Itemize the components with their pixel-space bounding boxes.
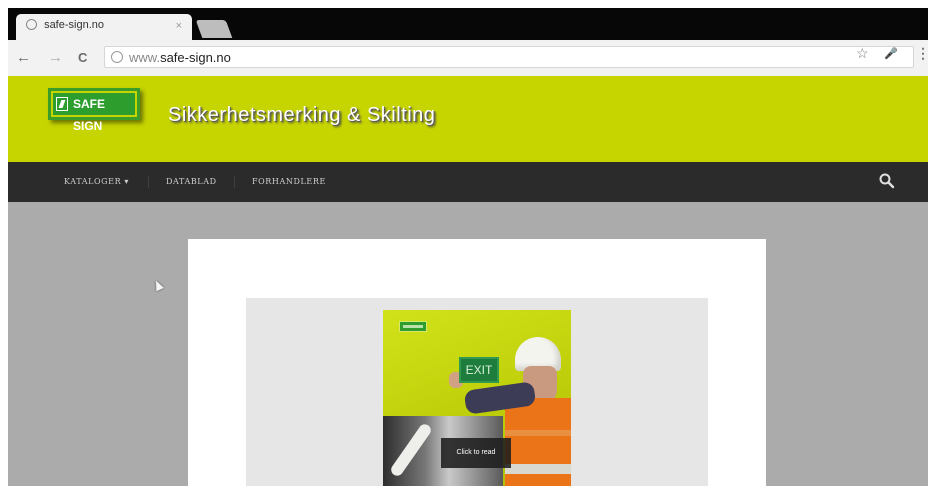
microphone-icon[interactable]: 🎤 <box>884 47 898 60</box>
vest-stripe <box>505 464 571 474</box>
address-bar[interactable]: www.safe-sign.no <box>104 46 914 68</box>
forward-icon[interactable]: → <box>48 49 63 67</box>
main-navbar: KATALOGER ▾ DATABLAD FORHANDLERE <box>8 162 928 202</box>
tab-strip: safe-sign.no × <box>8 8 928 40</box>
bookmark-star-icon[interactable]: ☆ <box>856 45 869 62</box>
vest-stripe <box>505 430 571 436</box>
url-prefix: www. <box>129 50 161 65</box>
new-tab-button[interactable] <box>195 20 233 38</box>
logo-text: SAFE SIGN <box>73 97 106 133</box>
menu-icon[interactable]: ⋮ <box>916 45 928 62</box>
nav-divider <box>234 176 235 188</box>
globe-icon <box>26 19 37 30</box>
cover-logo <box>399 321 427 332</box>
exit-sign: EXIT <box>459 357 499 383</box>
nav-divider <box>148 176 149 188</box>
search-icon[interactable] <box>878 172 896 190</box>
site-title: Sikkerhetsmerking & Skilting <box>168 104 436 126</box>
nav-item-label: KATALOGER <box>64 177 122 186</box>
globe-icon <box>111 51 123 63</box>
catalog-cover[interactable]: EXIT Click to read <box>383 310 571 486</box>
tab-title: safe-sign.no <box>44 19 104 31</box>
safe-sign-logo[interactable]: SAFE SIGN <box>48 88 140 133</box>
browser-tab[interactable]: safe-sign.no × <box>16 14 192 40</box>
browser-toolbar: ← → C www.safe-sign.no ☆ 🎤 ⋮ <box>8 40 928 77</box>
close-tab-icon[interactable]: × <box>176 20 182 32</box>
click-to-read-button[interactable]: Click to read <box>441 438 511 468</box>
reload-icon[interactable]: C <box>78 49 87 67</box>
mouse-cursor-icon <box>152 278 164 292</box>
site-header: SAFE SIGN Sikkerhetsmerking & Skilting <box>8 76 928 162</box>
nav-item-datablad[interactable]: DATABLAD <box>166 177 217 186</box>
nav-item-forhandlere[interactable]: FORHANDLERE <box>252 177 326 186</box>
back-icon[interactable]: ← <box>16 49 31 67</box>
browser-window: safe-sign.no × ← → C www.safe-sign.no ☆ … <box>8 8 928 486</box>
logo-badge: SAFE SIGN <box>53 93 135 133</box>
emergency-exit-icon <box>56 97 68 111</box>
nav-item-kataloger[interactable]: KATALOGER ▾ <box>64 177 129 186</box>
url-domain: safe-sign.no <box>160 50 231 65</box>
chevron-down-icon: ▾ <box>124 177 129 186</box>
